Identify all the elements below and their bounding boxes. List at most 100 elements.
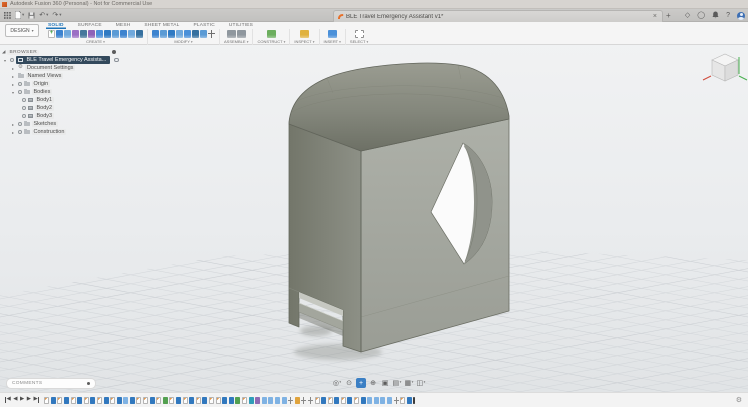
move-icon[interactable] — [208, 30, 215, 38]
ribbon-group-label[interactable]: CONSTRUCT ▾ — [257, 39, 285, 45]
fillet-feature-icon[interactable] — [261, 396, 267, 404]
insert-canvas-icon[interactable] — [327, 30, 337, 38]
tree-row-document-settings[interactable]: ▸ ⚙ Document Settings — [2, 64, 120, 72]
box-icon[interactable] — [56, 30, 63, 38]
tab-plastic[interactable]: PLASTIC — [191, 22, 216, 29]
timeline-settings-gear-icon[interactable]: ⚙ — [736, 396, 748, 404]
go-to-start-icon[interactable]: ◀ — [5, 397, 11, 403]
rib-icon[interactable] — [136, 30, 143, 38]
sketch-feature-icon[interactable] — [143, 396, 149, 404]
sweep-icon[interactable] — [120, 30, 127, 38]
new-document-tab-button[interactable]: + — [666, 11, 671, 20]
tree-row-body3[interactable]: Body3 — [2, 112, 120, 120]
offset-feature-icon[interactable] — [294, 396, 300, 404]
sketch-feature-icon[interactable] — [215, 396, 221, 404]
sketch-feature-icon[interactable] — [83, 396, 89, 404]
pattern-feature-icon[interactable] — [255, 396, 261, 404]
component-color-ring-icon[interactable] — [114, 57, 119, 63]
extrude-feature-icon[interactable] — [103, 396, 109, 404]
sketch-feature-icon[interactable] — [327, 396, 333, 404]
pan-icon[interactable]: + — [356, 378, 366, 388]
zoom-icon[interactable]: ⊕ — [368, 378, 378, 388]
extrude-feature-icon[interactable] — [63, 396, 69, 404]
browser-header[interactable]: ◢ BROWSER — [2, 48, 120, 56]
create-sketch-icon[interactable] — [48, 30, 55, 38]
press-pull-icon[interactable] — [152, 30, 159, 38]
expand-arrow-icon[interactable]: ▸ — [12, 122, 16, 127]
sketch-feature-icon[interactable] — [136, 396, 142, 404]
sketch-feature-icon[interactable] — [354, 396, 360, 404]
sketch-feature-icon[interactable] — [209, 396, 215, 404]
step-back-icon[interactable]: ◀ — [13, 397, 17, 403]
tab-mesh[interactable]: MESH — [114, 22, 133, 29]
shell-icon[interactable] — [168, 30, 175, 38]
look-at-icon[interactable]: ⊙ — [344, 378, 354, 388]
sketch-feature-icon[interactable] — [110, 396, 116, 404]
measure-icon[interactable] — [299, 30, 309, 38]
visibility-bulb-icon[interactable] — [18, 82, 22, 86]
redo-icon[interactable]: ↷ ▾ — [52, 12, 61, 19]
torus-icon[interactable] — [80, 30, 87, 38]
move-feature-icon[interactable] — [307, 396, 313, 404]
sketch-feature-icon[interactable] — [195, 396, 201, 404]
revolve-icon[interactable] — [112, 30, 119, 38]
extrude-feature-icon[interactable] — [50, 396, 56, 404]
tab-sheet-metal[interactable]: SHEET METAL — [142, 22, 181, 29]
visibility-bulb-icon[interactable] — [22, 106, 26, 110]
ribbon-group-label[interactable]: INSERT ▾ — [324, 39, 341, 45]
sketch-feature-icon[interactable] — [156, 396, 162, 404]
comments-bar[interactable]: COMMENTS — [6, 378, 96, 389]
visibility-bulb-icon[interactable] — [22, 98, 26, 102]
sketch-feature-icon[interactable] — [340, 396, 346, 404]
visibility-bulb-icon[interactable] — [18, 90, 22, 94]
offset-plane-icon[interactable] — [266, 30, 276, 38]
joint-icon[interactable] — [236, 30, 246, 38]
extrude-feature-icon[interactable] — [347, 396, 353, 404]
timeline-marker[interactable] — [413, 396, 415, 404]
move-feature-icon[interactable] — [301, 396, 307, 404]
move-feature-icon[interactable] — [288, 396, 294, 404]
ribbon-group-label[interactable]: SELECT ▾ — [350, 39, 368, 45]
extrude-feature-icon[interactable] — [90, 396, 96, 404]
visibility-bulb-icon[interactable] — [18, 122, 22, 126]
file-menu-icon[interactable]: ▾ — [15, 11, 24, 19]
document-tab-close-icon[interactable]: × — [651, 13, 659, 20]
fillet-feature-icon[interactable] — [123, 396, 129, 404]
extensions-icon[interactable]: ◇ — [685, 12, 690, 19]
select-icon[interactable] — [354, 30, 364, 38]
tree-row-root[interactable]: ▾ BLE Travel Emergency Assista... — [2, 56, 120, 64]
extrude-feature-icon[interactable] — [360, 396, 366, 404]
fit-icon[interactable]: ▣ — [380, 378, 390, 388]
tree-row-named-views[interactable]: ▸ Named Views — [2, 72, 120, 80]
help-icon[interactable]: ? — [726, 12, 730, 19]
sketch-feature-icon[interactable] — [241, 396, 247, 404]
collapse-arrow-icon[interactable]: ◢ — [2, 49, 5, 55]
orbit-icon[interactable]: ◎ ▾ — [332, 378, 342, 388]
viewports-icon[interactable]: ◫ ▾ — [416, 378, 426, 388]
fillet-feature-icon[interactable] — [373, 396, 379, 404]
extrude-feature-icon[interactable] — [129, 396, 135, 404]
go-to-end-icon[interactable]: ▶ — [33, 397, 40, 403]
tree-row-sketches[interactable]: ▸ Sketches — [2, 120, 120, 128]
hole-feature-icon[interactable] — [248, 396, 254, 404]
sketch-feature-icon[interactable] — [400, 396, 406, 404]
extrude-feature-icon[interactable] — [189, 396, 195, 404]
fillet-feature-icon[interactable] — [367, 396, 373, 404]
workspace-selector[interactable]: DESIGN ▾ — [5, 24, 39, 37]
draft-icon[interactable] — [176, 30, 183, 38]
expand-arrow-icon[interactable]: ▸ — [12, 66, 16, 71]
tab-surface[interactable]: SURFACE — [76, 22, 104, 29]
undo-icon[interactable]: ↶ ▾ — [39, 12, 48, 19]
extrude-feature-icon[interactable] — [222, 396, 228, 404]
tree-row-body1[interactable]: Body1 — [2, 96, 120, 104]
extrude-feature-icon[interactable] — [334, 396, 340, 404]
sketch-feature-icon[interactable] — [96, 396, 102, 404]
extrude-feature-icon[interactable] — [77, 396, 83, 404]
ribbon-group-label[interactable]: INSPECT ▾ — [294, 39, 314, 45]
document-tab[interactable]: BLE Travel Emergency Assistant v1* × — [333, 10, 663, 22]
fillet-icon[interactable] — [160, 30, 167, 38]
browser-options-icon[interactable] — [112, 50, 116, 54]
offset-face-icon[interactable] — [200, 30, 207, 38]
cylinder-icon[interactable] — [64, 30, 71, 38]
sketch-feature-icon[interactable] — [169, 396, 175, 404]
